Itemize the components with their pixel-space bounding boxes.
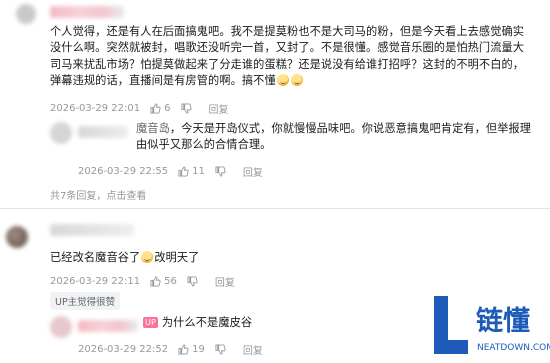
watermark-logo: 链懂 NEATDOWN.COM [432, 290, 550, 359]
comment-date: 2026-03-29 22:11 [50, 276, 141, 287]
neatdown-logo-icon: 链懂 NEATDOWN.COM [434, 296, 550, 354]
like-button[interactable]: 11 [178, 166, 205, 177]
like-button[interactable]: 19 [178, 344, 205, 355]
username[interactable] [50, 224, 134, 236]
up-liked-tag: UP主觉得很赞 [50, 292, 121, 310]
reply-target-name[interactable]: 魔音岛 [136, 122, 170, 135]
comment-meta: 2026-03-29 22:11 56 回复 [50, 274, 235, 289]
username[interactable] [50, 6, 124, 18]
dislike-button[interactable] [180, 103, 195, 114]
up-badge: UP [143, 317, 158, 328]
reply-button[interactable]: 回复 [215, 274, 235, 289]
sub-reply-text: 魔音岛，今天是开岛仪式，你就慢慢品味吧。你说恶意搞鬼吧肯定有，但举报理由似乎又那… [136, 122, 532, 152]
thumb-up-icon [178, 344, 189, 355]
comment-text: 已经改名魔音谷了 改明天了 [50, 251, 200, 264]
watermark-brand: 链懂 [476, 305, 530, 337]
avatar[interactable] [6, 226, 28, 248]
sub-reply-meta: 2026-03-29 22:52 19 回复 [78, 342, 263, 357]
thumb-up-icon [178, 166, 189, 177]
like-count: 19 [192, 344, 205, 355]
emoji-icon [141, 251, 154, 263]
dislike-button[interactable] [215, 344, 229, 355]
like-button[interactable]: 56 [150, 276, 177, 287]
thumb-up-icon [150, 103, 161, 114]
comment-meta: 2026-03-29 22:01 6 回复 [50, 101, 229, 116]
thumb-down-icon [215, 166, 226, 177]
comment-text: 个人觉得，还是有人在后面搞鬼吧。我不是提莫粉也不是大司马的粉，但是今天看上去感觉… [50, 25, 525, 88]
like-button[interactable]: 6 [150, 103, 171, 114]
username[interactable] [78, 126, 128, 138]
avatar[interactable] [50, 316, 72, 338]
thumb-down-icon [187, 276, 198, 287]
like-count: 6 [164, 103, 171, 114]
sub-reply-meta: 2026-03-29 22:55 11 回复 [78, 164, 263, 179]
dislike-button[interactable] [215, 166, 229, 177]
username[interactable] [78, 320, 138, 332]
sub-reply-text: UP 为什么不是魔皮谷 [143, 316, 253, 329]
emoji-icon [290, 74, 303, 87]
thumb-up-icon [150, 276, 161, 287]
reply-button[interactable]: 回复 [243, 342, 263, 357]
comment-date: 2026-03-29 22:52 [78, 344, 169, 355]
reply-button[interactable]: 回复 [243, 164, 263, 179]
avatar[interactable] [50, 122, 72, 144]
divider [0, 208, 550, 209]
view-more-replies[interactable]: 共7条回复，点击查看 [50, 187, 146, 202]
reply-button[interactable]: 回复 [209, 101, 229, 116]
avatar[interactable] [16, 4, 36, 24]
watermark-domain: NEATDOWN.COM [477, 343, 550, 353]
emoji-icon [276, 74, 289, 87]
comment-date: 2026-03-29 22:01 [50, 103, 141, 114]
like-count: 56 [164, 276, 177, 287]
thumb-down-icon [180, 103, 192, 114]
dislike-button[interactable] [187, 276, 201, 287]
thumb-down-icon [215, 344, 226, 355]
like-count: 11 [192, 166, 205, 177]
comment-date: 2026-03-29 22:55 [78, 166, 169, 177]
